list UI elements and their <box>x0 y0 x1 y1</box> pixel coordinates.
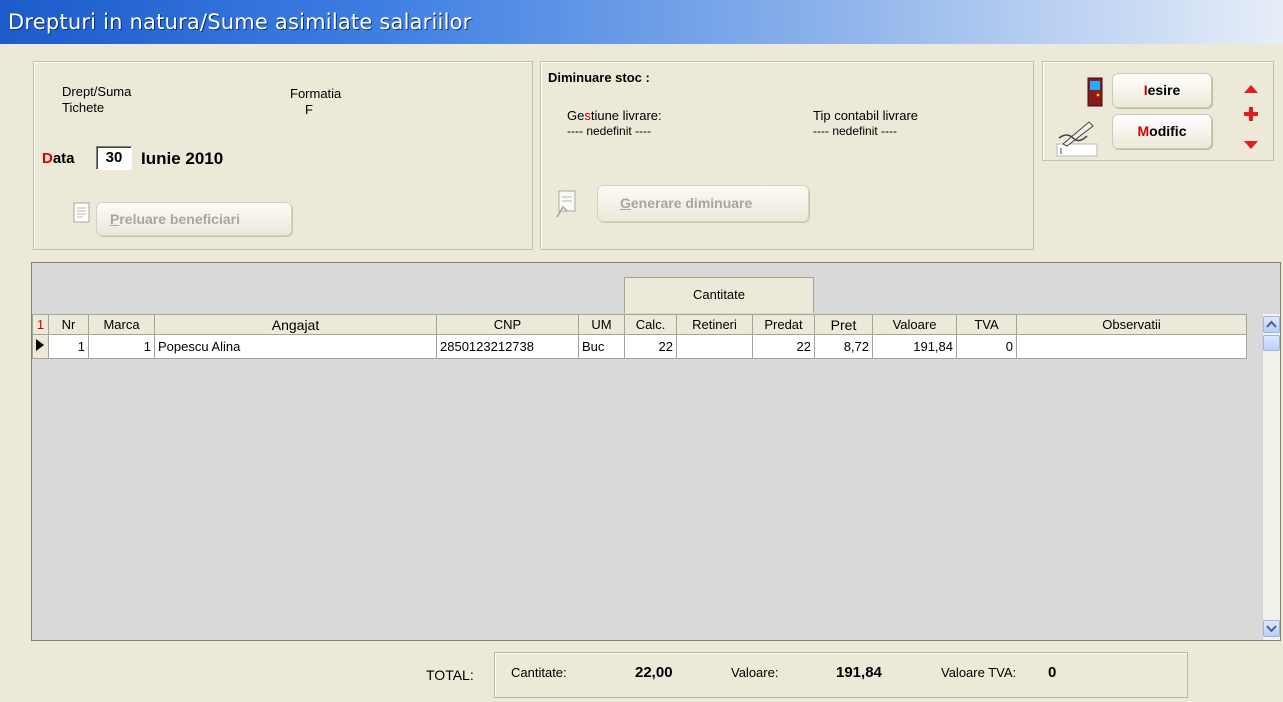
scroll-down-icon[interactable] <box>1263 620 1280 637</box>
row-pointer-icon <box>32 334 49 359</box>
total-tva-label: Valoare TVA: <box>941 665 1017 680</box>
cell-angajat[interactable]: Popescu Alina <box>154 334 437 359</box>
table-row[interactable]: 1 1 Popescu Alina 2850123212738 Buc 22 2… <box>32 334 1247 359</box>
cell-calc[interactable]: 22 <box>624 334 677 359</box>
cell-observatii[interactable] <box>1016 334 1247 359</box>
col-predat[interactable]: Predat <box>752 314 815 335</box>
total-label: TOTAL: <box>426 667 474 683</box>
iesire-button[interactable]: Iesire <box>1112 73 1212 108</box>
vertical-scrollbar[interactable] <box>1262 314 1280 640</box>
exit-door-icon <box>1087 77 1103 107</box>
totals-panel: Cantitate: 22,00 Valoare: 191,84 Valoare… <box>494 652 1188 698</box>
col-pret[interactable]: Pret <box>814 314 873 335</box>
col-observatii[interactable]: Observatii <box>1016 314 1247 335</box>
total-cantitate-value: 22,00 <box>635 664 673 681</box>
col-marca[interactable]: Marca <box>88 314 155 335</box>
col-retineri[interactable]: Retineri <box>676 314 753 335</box>
tip-contabil-label: Tip contabil livrare <box>813 108 919 123</box>
arrow-up-icon[interactable] <box>1243 82 1259 93</box>
arrow-down-icon[interactable] <box>1243 138 1259 149</box>
total-valoare-label: Valoare: <box>731 665 779 680</box>
total-valoare-value: 191,84 <box>836 664 882 681</box>
list-doc-icon <box>72 202 92 224</box>
drept-label: Drept/Suma <box>62 84 132 99</box>
cell-um[interactable]: Buc <box>578 334 625 359</box>
tip-contabil-value: ---- nedefinit ---- <box>813 124 898 138</box>
diminuare-stoc-header: Diminuare stoc : <box>548 70 650 85</box>
diminuare-stoc-panel: Diminuare stoc : Gestiune livrare: ---- … <box>540 61 1034 250</box>
formatia-label: Formatia <box>290 86 342 101</box>
cell-retineri[interactable] <box>676 334 753 359</box>
cell-tva[interactable]: 0 <box>956 334 1017 359</box>
col-tva[interactable]: TVA <box>956 314 1017 335</box>
data-label: Data <box>42 150 75 167</box>
row-counter: 1 <box>32 314 49 335</box>
preluare-beneficiari-button[interactable]: Preluare beneficiari <box>96 202 292 236</box>
cell-predat[interactable]: 22 <box>752 334 815 359</box>
cell-nr[interactable]: 1 <box>48 334 89 359</box>
cell-valoare[interactable]: 191,84 <box>872 334 957 359</box>
total-cantitate-label: Cantitate: <box>511 665 567 680</box>
edit-pen-icon <box>1053 114 1101 160</box>
scroll-up-icon[interactable] <box>1263 316 1280 333</box>
generate-doc-icon <box>553 187 583 221</box>
actions-panel: Iesire Modific <box>1042 61 1274 161</box>
drept-value: Tichete <box>62 100 105 115</box>
col-nr[interactable]: Nr <box>48 314 89 335</box>
info-panel: Drept/Suma Tichete Formatia F Data 30 Iu… <box>33 61 533 250</box>
col-cnp[interactable]: CNP <box>436 314 579 335</box>
grid-table: 1 Nr Marca Angajat CNP UM Calc. Retineri… <box>32 314 1247 359</box>
total-tva-value: 0 <box>1048 664 1057 681</box>
scroll-thumb[interactable] <box>1263 335 1280 351</box>
col-valoare[interactable]: Valoare <box>872 314 957 335</box>
data-day-input[interactable]: 30 <box>96 146 132 170</box>
gestiune-livrare-value: ---- nedefinit ---- <box>567 124 652 138</box>
beneficiari-grid: Cantitate 1 Nr Marca Angajat CNP UM Calc… <box>31 262 1281 641</box>
cell-pret[interactable]: 8,72 <box>814 334 873 359</box>
col-um[interactable]: UM <box>578 314 625 335</box>
formatia-value: F <box>305 102 313 117</box>
data-month-year: Iunie 2010 <box>141 149 224 168</box>
cell-cnp[interactable]: 2850123212738 <box>436 334 579 359</box>
cell-marca[interactable]: 1 <box>88 334 155 359</box>
generare-diminuare-button[interactable]: Generare diminuare <box>597 185 809 222</box>
modific-button[interactable]: Modific <box>1112 114 1212 149</box>
gestiune-livrare-label: Gestiune livrare: <box>567 108 662 123</box>
window-title: Drepturi in natura/Sume asimilate salari… <box>8 10 472 34</box>
title-bar: Drepturi in natura/Sume asimilate salari… <box>0 0 1283 44</box>
add-plus-icon[interactable] <box>1243 106 1259 122</box>
cantitate-group-header: Cantitate <box>624 277 814 313</box>
col-calc[interactable]: Calc. <box>624 314 677 335</box>
col-angajat[interactable]: Angajat <box>154 314 437 335</box>
